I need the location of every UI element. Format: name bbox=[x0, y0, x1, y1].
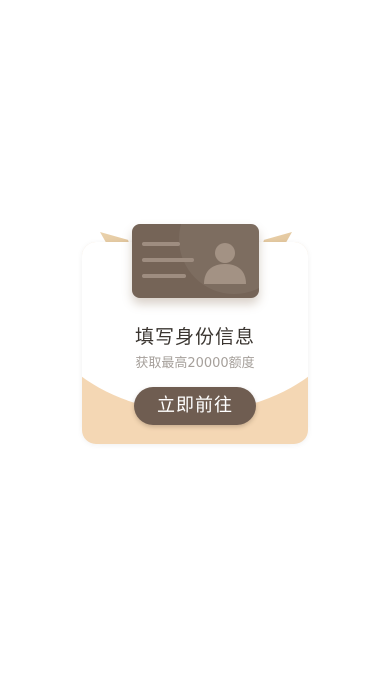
id-card-line bbox=[142, 274, 186, 278]
card-subtitle: 获取最高20000额度 bbox=[135, 356, 255, 371]
id-card-icon bbox=[132, 224, 259, 298]
person-icon bbox=[204, 243, 246, 284]
screen: 填写身份信息 获取最高20000额度 立即前往 bbox=[0, 0, 390, 693]
id-card-line bbox=[142, 258, 194, 262]
card-title: 填写身份信息 bbox=[134, 326, 255, 348]
go-now-button[interactable]: 立即前往 bbox=[134, 387, 256, 425]
id-card-line bbox=[142, 242, 180, 246]
